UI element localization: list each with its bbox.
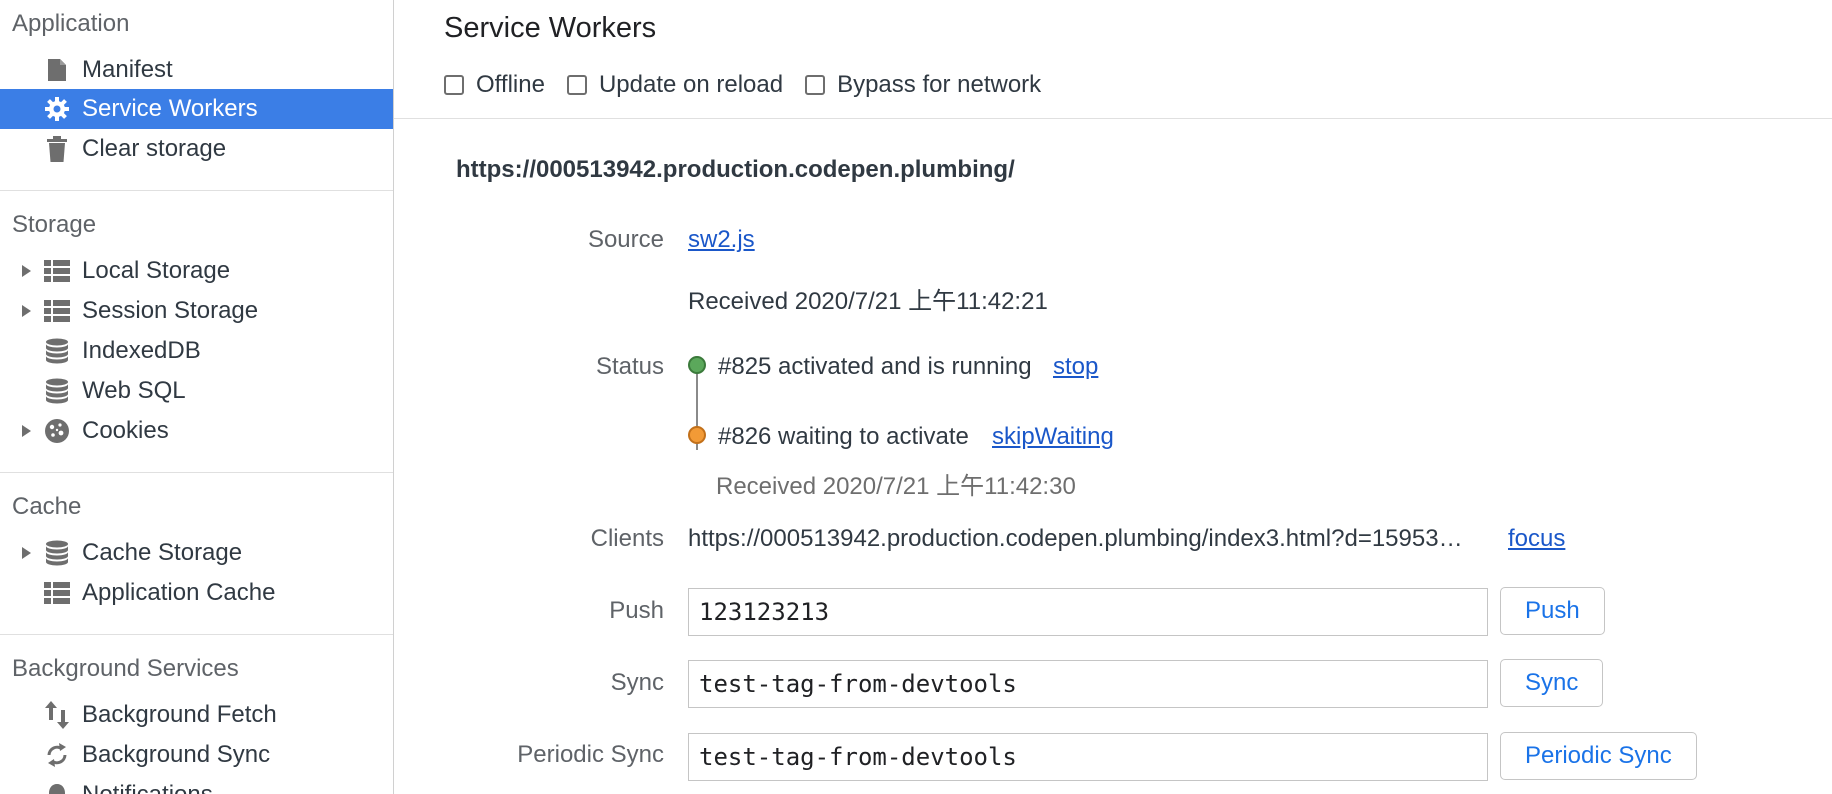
offline-checkbox[interactable]: Offline <box>444 71 545 99</box>
expand-arrow-icon[interactable] <box>22 265 31 277</box>
skip-waiting-link[interactable]: skipWaiting <box>992 423 1114 451</box>
status-active-dot <box>688 356 706 374</box>
gear-icon <box>44 97 70 121</box>
section-header-storage: Storage <box>12 211 97 238</box>
stop-link[interactable]: stop <box>1053 353 1098 381</box>
trash-icon <box>44 136 70 162</box>
database-icon <box>44 338 70 364</box>
focus-link[interactable]: focus <box>1508 525 1565 553</box>
sidebar-divider <box>0 634 393 635</box>
grid-icon <box>44 299 70 323</box>
sidebar-item-label: Local Storage <box>82 257 231 284</box>
sidebar-item-label: Manifest <box>82 56 173 83</box>
checkbox-box[interactable] <box>566 75 587 95</box>
bypass-for-network-label: Bypass for network <box>837 71 1042 98</box>
sidebar-item-local-storage[interactable]: Local Storage <box>0 251 393 291</box>
checkbox-box[interactable] <box>444 75 464 95</box>
sidebar-item-label: Cookies <box>82 417 169 444</box>
status-waiting-received-time: Received 2020/7/21 上午11:42:30 <box>716 473 1076 500</box>
service-workers-pane: Service Workers Offline Update on reload… <box>394 0 1832 794</box>
database-icon <box>44 540 70 566</box>
sidebar-item-service-workers[interactable]: Service Workers <box>0 89 393 129</box>
offline-label: Offline <box>476 71 545 98</box>
sidebar-item-indexeddb[interactable]: IndexedDB <box>0 331 393 371</box>
periodic-sync-label: Periodic Sync <box>517 741 664 768</box>
expand-arrow-icon[interactable] <box>22 305 31 317</box>
sidebar-item-label: Cache Storage <box>82 539 243 566</box>
push-label: Push <box>609 597 664 624</box>
push-button[interactable]: Push <box>1500 587 1605 635</box>
checkbox-box[interactable] <box>805 75 826 95</box>
status-waiting-dot <box>688 426 706 444</box>
sidebar-item-background-sync[interactable]: Background Sync <box>0 735 393 775</box>
sidebar-item-web-sql[interactable]: Web SQL <box>0 371 393 411</box>
sidebar-item-manifest[interactable]: Manifest <box>0 50 393 90</box>
cookie-icon <box>44 419 70 443</box>
sync-icon <box>44 743 70 767</box>
sidebar-item-background-fetch[interactable]: Background Fetch <box>0 695 393 735</box>
source-label: Source <box>587 226 664 253</box>
grid-icon <box>44 581 70 605</box>
sw-toolbar: Offline Update on reload Bypass for netw… <box>444 68 1063 102</box>
status-waiting-text: #826 waiting to activate <box>718 423 969 450</box>
database-icon <box>44 378 70 404</box>
sw-origin-url: https://000513942.production.codepen.plu… <box>456 156 1015 183</box>
toolbar-divider <box>394 118 1832 119</box>
client-url: https://000513942.production.codepen.plu… <box>688 525 1463 552</box>
document-icon <box>44 58 70 82</box>
clients-label: Clients <box>590 525 664 552</box>
status-active-text: #825 activated and is running <box>718 353 1032 380</box>
update-on-reload-checkbox[interactable]: Update on reload <box>566 71 784 99</box>
sidebar-item-label: Clear storage <box>82 135 227 162</box>
bell-icon <box>44 783 70 794</box>
section-header-cache: Cache <box>12 493 82 520</box>
sidebar-item-notifications[interactable]: Notifications <box>0 775 393 794</box>
sync-tag-input[interactable] <box>688 660 1488 708</box>
sidebar-item-label: Service Workers <box>82 95 258 122</box>
page-title: Service Workers <box>444 12 657 44</box>
section-header-background-services: Background Services <box>12 655 239 682</box>
push-data-input[interactable] <box>688 588 1488 636</box>
update-on-reload-label: Update on reload <box>598 71 784 98</box>
sidebar-item-label: Background Sync <box>82 741 271 768</box>
sidebar-item-cache-storage[interactable]: Cache Storage <box>0 533 393 573</box>
periodic-sync-tag-input[interactable] <box>688 733 1488 781</box>
sidebar-item-cookies[interactable]: Cookies <box>0 411 393 451</box>
sidebar-item-clear-storage[interactable]: Clear storage <box>0 129 393 169</box>
expand-arrow-icon[interactable] <box>22 425 31 437</box>
expand-arrow-icon[interactable] <box>22 547 31 559</box>
sidebar-item-label: Session Storage <box>82 297 259 324</box>
source-script-link[interactable]: sw2.js <box>688 226 755 254</box>
sidebar-divider <box>0 472 393 473</box>
status-label: Status <box>595 353 664 380</box>
sidebar-item-label: Background Fetch <box>82 701 277 728</box>
sidebar-item-application-cache[interactable]: Application Cache <box>0 573 393 613</box>
sync-label: Sync <box>610 669 664 696</box>
sync-button[interactable]: Sync <box>1500 659 1604 707</box>
sidebar-item-label: Web SQL <box>82 377 186 404</box>
sidebar-item-label: Application Cache <box>82 579 276 606</box>
section-header-application: Application <box>12 10 130 37</box>
sidebar-item-label: Notifications <box>82 775 213 794</box>
periodic-sync-button[interactable]: Periodic Sync <box>1500 732 1697 780</box>
sidebar-divider <box>0 190 393 191</box>
source-received-time: Received 2020/7/21 上午11:42:21 <box>688 288 1048 315</box>
sidebar-item-session-storage[interactable]: Session Storage <box>0 291 393 331</box>
sidebar: Application Manifest Service Workers Cle… <box>0 0 394 794</box>
up-down-arrows-icon <box>44 701 70 729</box>
bypass-for-network-checkbox[interactable]: Bypass for network <box>805 71 1041 99</box>
grid-icon <box>44 259 70 283</box>
sidebar-item-label: IndexedDB <box>82 337 201 364</box>
